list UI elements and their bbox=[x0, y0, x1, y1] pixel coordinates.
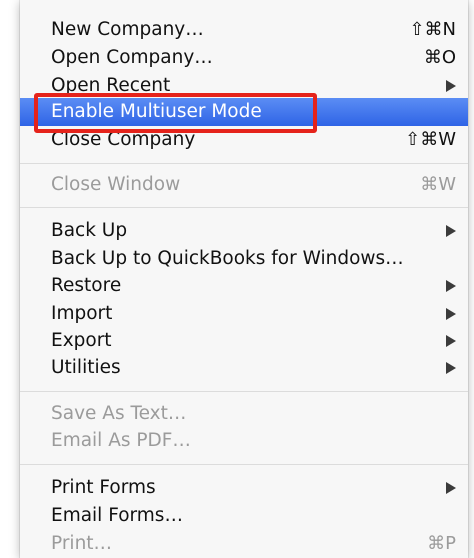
menu-item-label: Utilities bbox=[51, 357, 121, 378]
menu-item-label: Close Company bbox=[51, 129, 196, 150]
menu-item-close-company[interactable]: Close Company ⇧⌘W bbox=[20, 126, 468, 154]
menu-item-import[interactable]: Import bbox=[20, 300, 468, 328]
menu-item-label: Print Forms bbox=[51, 477, 156, 498]
menu-item-email-as-pdf: Email As PDF… bbox=[20, 427, 468, 455]
menu-item-label: Save As Text… bbox=[51, 403, 187, 424]
chevron-right-icon bbox=[446, 362, 456, 374]
menu-item-label: Open Recent bbox=[51, 75, 171, 96]
menu-item-print: Print… ⌘P bbox=[20, 530, 468, 558]
file-menu: New Company… ⇧⌘N Open Company… ⌘O Open R… bbox=[20, 0, 468, 558]
menu-item-close-window: Close Window ⌘W bbox=[20, 171, 468, 199]
menu-item-label: Open Company… bbox=[51, 47, 213, 68]
menu-item-email-forms[interactable]: Email Forms… bbox=[20, 502, 468, 530]
menu-separator bbox=[20, 163, 468, 164]
menu-item-open-recent[interactable]: Open Recent bbox=[20, 72, 468, 100]
menu-item-restore[interactable]: Restore bbox=[20, 272, 468, 300]
menu-item-shortcut: ⌘P bbox=[427, 533, 456, 554]
menu-item-open-company[interactable]: Open Company… ⌘O bbox=[20, 44, 468, 72]
menu-item-print-forms[interactable]: Print Forms bbox=[20, 474, 468, 502]
menu-item-label: Email Forms… bbox=[51, 505, 183, 526]
menu-item-label: Enable Multiuser Mode bbox=[51, 101, 262, 122]
menu-item-label: Back Up bbox=[51, 220, 128, 241]
menu-item-label: Email As PDF… bbox=[51, 430, 191, 451]
chevron-right-icon bbox=[446, 225, 456, 237]
menu-item-shortcut: ⇧⌘W bbox=[405, 129, 456, 150]
menu-item-label: Import bbox=[51, 303, 113, 324]
menu-item-label: Restore bbox=[51, 275, 122, 296]
menu-item-shortcut: ⇧⌘N bbox=[409, 19, 456, 40]
menu-item-label: New Company… bbox=[51, 19, 204, 40]
chevron-right-icon bbox=[446, 80, 456, 92]
screenshot-stage: New Company… ⇧⌘N Open Company… ⌘O Open R… bbox=[0, 0, 474, 558]
menu-item-shortcut: ⌘O bbox=[423, 47, 456, 68]
menu-separator bbox=[20, 464, 468, 465]
menu-item-new-company[interactable]: New Company… ⇧⌘N bbox=[20, 16, 468, 44]
menu-item-utilities[interactable]: Utilities bbox=[20, 354, 468, 382]
menu-item-enable-multiuser-mode[interactable]: Enable Multiuser Mode bbox=[20, 98, 468, 126]
menu-item-back-up-to-quickbooks-windows[interactable]: Back Up to QuickBooks for Windows… bbox=[20, 245, 468, 273]
menu-separator bbox=[20, 207, 468, 208]
menu-item-label: Export bbox=[51, 330, 112, 351]
menu-item-label: Back Up to QuickBooks for Windows… bbox=[51, 248, 404, 269]
menu-item-shortcut: ⌘W bbox=[420, 174, 456, 195]
chevron-right-icon bbox=[446, 335, 456, 347]
menu-separator bbox=[20, 391, 468, 392]
chevron-right-icon bbox=[446, 482, 456, 494]
menu-item-export[interactable]: Export bbox=[20, 327, 468, 355]
menu-item-back-up[interactable]: Back Up bbox=[20, 217, 468, 245]
menu-item-save-as-text: Save As Text… bbox=[20, 400, 468, 428]
menu-item-label: Close Window bbox=[51, 174, 181, 195]
chevron-right-icon bbox=[446, 308, 456, 320]
menu-item-label: Print… bbox=[51, 533, 113, 554]
chevron-right-icon bbox=[446, 280, 456, 292]
